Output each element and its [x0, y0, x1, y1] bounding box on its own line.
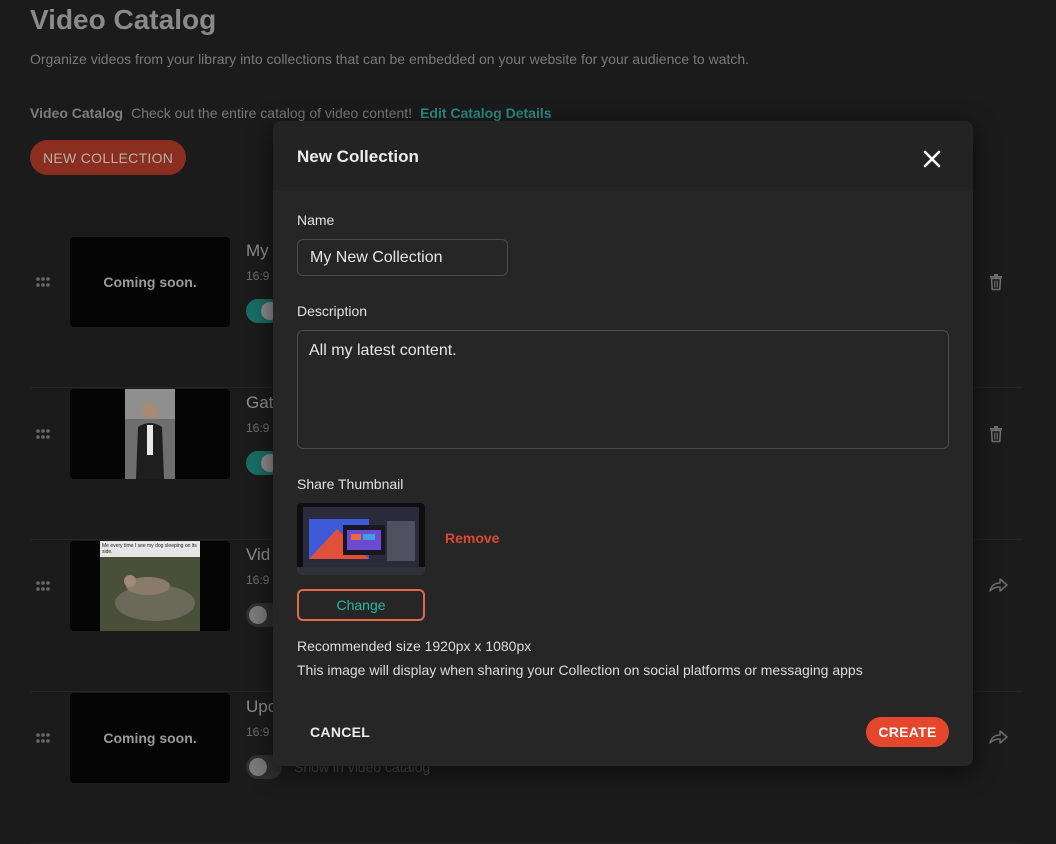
close-icon[interactable]	[920, 147, 944, 171]
new-collection-dialog: New Collection Name Description All my l…	[273, 121, 973, 766]
name-label: Name	[297, 212, 335, 228]
thumbnail-usage-text: This image will display when sharing you…	[297, 662, 863, 678]
cancel-button[interactable]: CANCEL	[297, 717, 383, 747]
share-thumbnail-label: Share Thumbnail	[297, 476, 404, 492]
change-thumbnail-button[interactable]: Change	[297, 589, 425, 621]
share-thumbnail-image	[297, 503, 425, 575]
thumbnail-preview	[297, 503, 425, 575]
recommended-size-text: Recommended size 1920px x 1080px	[297, 638, 532, 654]
name-input[interactable]	[297, 239, 508, 276]
description-label: Description	[297, 303, 368, 319]
description-input[interactable]: All my latest content.	[297, 330, 949, 449]
create-button[interactable]: CREATE	[866, 717, 949, 747]
dialog-header: New Collection	[273, 121, 973, 191]
remove-thumbnail-link[interactable]: Remove	[445, 530, 499, 546]
dialog-title: New Collection	[297, 147, 419, 166]
